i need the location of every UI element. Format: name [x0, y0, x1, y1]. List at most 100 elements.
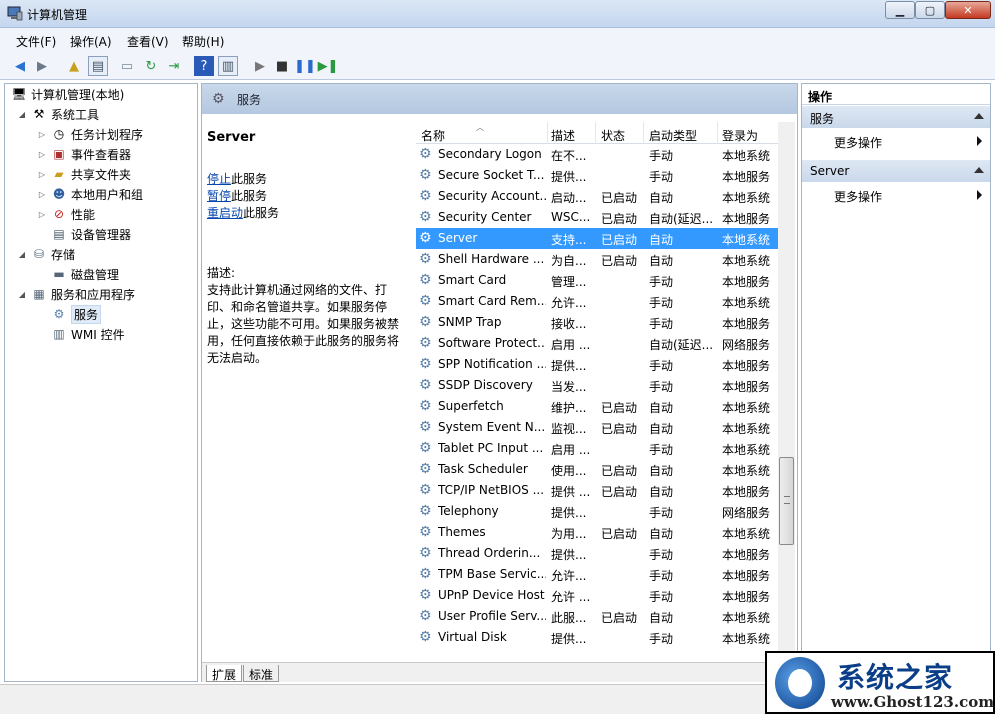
tab-standard[interactable]: 标准: [243, 665, 280, 682]
vertical-scrollbar[interactable]: [778, 122, 795, 663]
up-folder-icon[interactable]: ▲: [64, 56, 84, 76]
expander-icon[interactable]: ▷: [37, 170, 47, 179]
service-description: WSC...: [551, 210, 591, 224]
start-service-icon[interactable]: ▶: [250, 56, 270, 76]
tree-item-shared-folders[interactable]: ▷ ▰ 共享文件夹: [37, 165, 131, 183]
tree-item-storage[interactable]: ◢ ⛁ 存储: [17, 245, 75, 263]
menu-help[interactable]: 帮助(H): [182, 33, 224, 50]
service-row[interactable]: ⚙ Server 支持... 已启动 自动 本地系统: [416, 228, 778, 249]
service-name: SNMP Trap: [438, 315, 502, 329]
service-startup-type: 自动: [649, 464, 674, 478]
tree-item-device-manager[interactable]: ▤ 设备管理器: [51, 225, 131, 243]
service-name: System Event N...: [438, 420, 546, 434]
restart-service-link[interactable]: 重启动: [207, 206, 243, 220]
storage-icon: ⛁: [33, 247, 45, 261]
service-row[interactable]: ⚙ Secure Socket T... 提供... 手动 本地服务: [416, 165, 778, 186]
actions-section-server[interactable]: Server: [802, 160, 990, 182]
collapse-icon[interactable]: [974, 113, 984, 119]
service-status: 已启动: [601, 233, 638, 247]
service-name: Server: [438, 231, 478, 245]
more-actions-item[interactable]: 更多操作: [802, 130, 990, 152]
more-actions-item[interactable]: 更多操作: [802, 184, 990, 206]
expander-icon[interactable]: ▷: [37, 210, 47, 219]
menu-view[interactable]: 查看(V): [127, 33, 169, 50]
refresh-icon[interactable]: ↻: [141, 56, 161, 76]
service-gear-icon: ⚙: [419, 272, 432, 288]
minimize-button[interactable]: ▁: [885, 1, 915, 19]
service-row[interactable]: ⚙ Task Scheduler 使用... 已启动 自动 本地系统: [416, 459, 778, 480]
service-description: 管理...: [551, 275, 587, 289]
service-row[interactable]: ⚙ TPM Base Servic... 允许... 手动 本地服务: [416, 564, 778, 585]
service-row[interactable]: ⚙ SNMP Trap 接收... 手动 本地服务: [416, 312, 778, 333]
help-icon[interactable]: ?: [194, 56, 214, 76]
service-row[interactable]: ⚙ Security Center WSC... 已启动 自动(延迟... 本地服务: [416, 207, 778, 228]
tree-item-local-users[interactable]: ▷ ☻ 本地用户和组: [37, 185, 143, 203]
service-row[interactable]: ⚙ System Event N... 监视... 已启动 自动 本地系统: [416, 417, 778, 438]
expander-icon[interactable]: ◢: [17, 290, 27, 299]
collapse-icon[interactable]: [974, 167, 984, 173]
maximize-button[interactable]: ▢: [915, 1, 945, 19]
tree-item-wmi-control[interactable]: ▥ WMI 控件: [51, 325, 124, 343]
service-row[interactable]: ⚙ Shell Hardware ... 为自... 已启动 自动 本地系统: [416, 249, 778, 270]
column-header-status[interactable]: 状态: [601, 127, 625, 144]
tree-item-computer-management[interactable]: 🖥 计算机管理(本地): [11, 85, 124, 103]
pause-service-icon[interactable]: ❚❚: [294, 56, 316, 76]
service-row[interactable]: ⚙ User Profile Serv... 此服... 已启动 自动 本地系统: [416, 606, 778, 627]
service-row[interactable]: ⚙ Smart Card 管理... 手动 本地服务: [416, 270, 778, 291]
service-row[interactable]: ⚙ Superfetch 维护... 已启动 自动 本地系统: [416, 396, 778, 417]
tree-item-system-tools[interactable]: ◢ ⚒ 系统工具: [17, 105, 99, 123]
properties-icon[interactable]: ▭: [117, 56, 137, 76]
service-status: 已启动: [601, 401, 638, 415]
title-bar: 计算机管理 ▁ ▢ ✕: [0, 0, 995, 28]
service-row[interactable]: ⚙ Thread Orderin... 提供... 手动 本地服务: [416, 543, 778, 564]
tree-item-services[interactable]: ⚙ 服务: [51, 304, 102, 324]
actions-section-services[interactable]: 服务: [802, 106, 990, 128]
stop-service-link[interactable]: 停止: [207, 172, 231, 186]
action-pane-icon[interactable]: ▥: [218, 56, 238, 76]
column-header-name[interactable]: 名称: [421, 127, 445, 144]
tree-item-performance[interactable]: ▷ ⊘ 性能: [37, 205, 95, 223]
back-icon[interactable]: ◀: [10, 56, 30, 76]
tree-item-event-viewer[interactable]: ▷ ▣ 事件查看器: [37, 145, 131, 163]
close-button[interactable]: ✕: [945, 1, 991, 19]
tab-extended[interactable]: 扩展: [206, 665, 243, 682]
service-row[interactable]: ⚙ TCP/IP NetBIOS ... 提供 ... 已启动 自动 本地服务: [416, 480, 778, 501]
column-header-description[interactable]: 描述: [551, 127, 575, 144]
show-tree-icon[interactable]: ▤: [88, 56, 108, 76]
export-list-icon[interactable]: ⇥: [164, 56, 184, 76]
service-row[interactable]: ⚙ Smart Card Rem... 允许... 手动 本地系统: [416, 291, 778, 312]
restart-service-icon[interactable]: ▶❚: [318, 56, 339, 76]
service-row[interactable]: ⚙ SPP Notification ... 提供... 手动 本地服务: [416, 354, 778, 375]
service-row[interactable]: ⚙ SSDP Discovery 当发... 手动 本地服务: [416, 375, 778, 396]
tree-item-disk-management[interactable]: ▬ 磁盘管理: [51, 265, 119, 283]
service-row[interactable]: ⚙ UPnP Device Host 允许 ... 手动 本地服务: [416, 585, 778, 606]
stop-service-icon[interactable]: ■: [272, 56, 292, 76]
service-row[interactable]: ⚙ Secondary Logon 在不... 手动 本地系统: [416, 144, 778, 165]
forward-icon[interactable]: ▶: [32, 56, 52, 76]
service-name: Thread Orderin...: [438, 546, 541, 560]
column-header-logon-as[interactable]: 登录为: [722, 127, 758, 144]
pause-service-link[interactable]: 暂停: [207, 189, 231, 203]
service-row[interactable]: ⚙ Security Account... 启动... 已启动 自动 本地系统: [416, 186, 778, 207]
menu-file[interactable]: 文件(F): [16, 33, 56, 50]
tree-item-services-apps[interactable]: ◢ ▦ 服务和应用程序: [17, 285, 135, 303]
expander-icon[interactable]: ▷: [37, 190, 47, 199]
menu-action[interactable]: 操作(A): [70, 33, 112, 50]
service-row[interactable]: ⚙ Themes 为用... 已启动 自动 本地系统: [416, 522, 778, 543]
tree-item-task-scheduler[interactable]: ▷ ◷ 任务计划程序: [37, 125, 143, 143]
service-gear-icon: ⚙: [419, 209, 432, 225]
column-header-startup-type[interactable]: 启动类型: [649, 127, 697, 144]
service-startup-type: 自动: [649, 233, 674, 247]
service-row[interactable]: ⚙ Virtual Disk 提供... 手动 本地系统: [416, 627, 778, 648]
service-row[interactable]: ⚙ Tablet PC Input ... 启用 ... 手动 本地系统: [416, 438, 778, 459]
service-row[interactable]: ⚙ Software Protect... 启用 ... 自动(延迟... 网络服务: [416, 333, 778, 354]
service-row[interactable]: ⚙ Telephony 提供... 手动 网络服务: [416, 501, 778, 522]
clock-icon: ◷: [53, 127, 65, 141]
expander-icon[interactable]: ▷: [37, 130, 47, 139]
scrollbar-thumb[interactable]: [779, 457, 794, 545]
service-description: 提供...: [551, 632, 587, 646]
expander-icon[interactable]: ◢: [17, 250, 27, 259]
expander-icon[interactable]: ▷: [37, 150, 47, 159]
expander-icon[interactable]: ◢: [17, 110, 27, 119]
service-name: Secure Socket T...: [438, 168, 545, 182]
